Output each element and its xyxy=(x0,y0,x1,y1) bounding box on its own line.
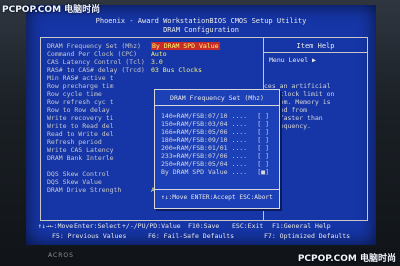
setting-label: Write recovery ti xyxy=(47,114,114,122)
setting-row[interactable]: DRAM Frequency Set (Mhz) By DRAM SPD Valu… xyxy=(47,42,263,50)
setting-label: Refresh period xyxy=(47,138,102,146)
setting-label: DRAM Bank Interle xyxy=(47,154,114,162)
option-radio[interactable]: [ ] xyxy=(257,152,269,160)
option-radio[interactable]: [ ] xyxy=(257,120,269,128)
key-hint: F1:General Help xyxy=(272,222,331,230)
option-label: 150=RAM/FSB:03/04 .... xyxy=(161,120,248,128)
photo-frame: Phoenix - Award WorkstationBIOS CMOS Set… xyxy=(0,0,400,266)
setting-label: Read to Write del xyxy=(47,130,114,138)
setting-label: Write CAS Latency xyxy=(47,146,114,154)
help-divider xyxy=(264,52,367,53)
watermark-bottom: PCPOP.COM 电脑时尚 xyxy=(297,254,396,264)
key-hint: F7: Optimized Defaults xyxy=(264,232,351,240)
setting-label: DQS Skew Control xyxy=(47,170,110,178)
option-radio[interactable]: [ ] xyxy=(257,136,269,144)
bios-title: Phoenix - Award WorkstationBIOS CMOS Set… xyxy=(95,17,307,25)
frequency-option[interactable]: 166=RAM/FSB:05/06 .... [ ] xyxy=(161,128,273,136)
setting-label: Row to Row delay xyxy=(47,106,110,114)
setting-value[interactable]: 3.0 xyxy=(151,58,163,66)
option-label: 166=RAM/FSB:05/06 .... xyxy=(161,128,248,136)
setting-row[interactable]: RAS# to CAS# delay (Trcd) 03 Bus Clocks xyxy=(47,66,263,74)
key-hint: Enter:Select xyxy=(74,222,121,230)
setting-label: DQS Skew Value xyxy=(47,178,102,186)
dialog-key-hints: ↑↓:Move ENTER:Accept ESC:Abort xyxy=(161,194,273,201)
option-label: 180=RAM/FSB:09/10 .... xyxy=(161,136,248,144)
option-radio[interactable]: [ ] xyxy=(257,112,269,120)
setting-label: DRAM Drive Strength xyxy=(47,186,122,194)
frequency-option[interactable]: 150=RAM/FSB:03/04 .... [ ] xyxy=(161,120,273,128)
bios-screen: Phoenix - Award WorkstationBIOS CMOS Set… xyxy=(26,5,376,245)
setting-value[interactable]: Auto xyxy=(151,50,167,58)
frequency-option[interactable]: 250=RAM/FSB:05/04 .... [ ] xyxy=(161,160,273,168)
frequency-options: 140=RAM/FSB:07/10 ....[ ] 150=RAM/FSB:03/… xyxy=(161,112,273,176)
dialog-bottom-divider xyxy=(155,189,279,190)
option-radio[interactable]: [ ] xyxy=(257,144,269,152)
frequency-option[interactable]: 233=RAM/FSB:07/06 .... [ ] xyxy=(161,152,273,160)
key-hint: +/-/PU/PD:Value xyxy=(122,222,181,230)
setting-row[interactable]: Min RAS# active t xyxy=(47,74,263,82)
setting-row[interactable]: Command Per Clock (CPC) Auto xyxy=(47,50,263,58)
key-hint: F6: Fail-Safe Defaults xyxy=(148,232,235,240)
option-label: 200=RAM/FSB:01/01 .... xyxy=(161,144,248,152)
option-label: By DRAM SPD Value .... xyxy=(161,168,248,176)
setting-label: DRAM Frequency Set (Mhz) xyxy=(47,42,141,50)
option-radio[interactable]: [■] xyxy=(257,168,269,176)
setting-label: Row cycle time xyxy=(47,90,102,98)
setting-label: Min RAS# active t xyxy=(47,74,114,82)
setting-label: CAS Latency Control (Tcl) xyxy=(47,58,145,66)
frequency-option[interactable]: 180=RAM/FSB:09/10 .... [ ] xyxy=(161,136,273,144)
item-help-title: Item Help xyxy=(296,42,335,50)
dialog-top-divider xyxy=(155,105,279,106)
setting-row[interactable]: CAS Latency Control (Tcl) 3.0 xyxy=(47,58,263,66)
option-radio[interactable]: [ ] xyxy=(257,160,269,168)
option-label: 250=RAM/FSB:05/04 .... xyxy=(161,160,248,168)
setting-label: Row refresh cyc t xyxy=(47,98,114,106)
setting-value[interactable]: By DRAM SPD Value xyxy=(151,42,220,50)
setting-label: Row precharge tim xyxy=(47,82,114,90)
key-hint: F10:Save xyxy=(188,222,220,230)
watermark-top: PCPOP.COM 电脑时尚 xyxy=(2,5,101,15)
option-label: 233=RAM/FSB:07/06 .... xyxy=(161,152,248,160)
option-label: 140=RAM/FSB:07/10 .... xyxy=(161,112,248,120)
key-hint: F5: Previous Values xyxy=(52,232,127,240)
dialog-title: DRAM Frequency Set (Mhz) xyxy=(170,94,264,102)
setting-label: Command Per Clock (CPC) xyxy=(47,50,138,58)
frequency-option[interactable]: 200=RAM/FSB:01/01 .... [ ] xyxy=(161,144,273,152)
frequency-option[interactable]: By DRAM SPD Value .... [■] xyxy=(161,168,273,176)
setting-label: Write to Read del xyxy=(47,122,114,130)
key-hint: ESC:Exit xyxy=(232,222,264,230)
setting-label: RAS# to CAS# delay (Trcd) xyxy=(47,66,145,74)
frequency-option[interactable]: 140=RAM/FSB:07/10 .... [ ] xyxy=(161,112,273,120)
option-radio[interactable]: [ ] xyxy=(257,128,269,136)
monitor-brand-logo: ACROS xyxy=(48,252,74,259)
page-title: DRAM Configuration xyxy=(163,26,239,34)
frequency-selection-dialog[interactable]: DRAM Frequency Set (Mhz) 140=RAM/FSB:07/… xyxy=(154,89,280,209)
key-hint: ↑↓→←:Move xyxy=(38,222,74,230)
menu-level-indicator: Menu Level ▶ xyxy=(269,56,316,64)
setting-value[interactable]: 03 Bus Clocks xyxy=(151,66,202,74)
